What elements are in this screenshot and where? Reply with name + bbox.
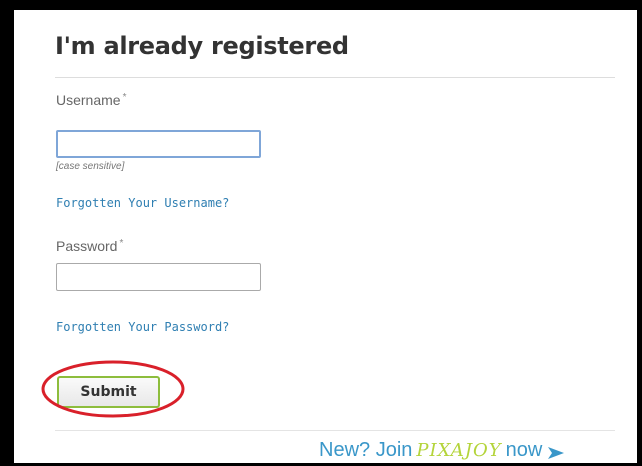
password-required-mark: *	[119, 238, 124, 249]
heading-divider	[55, 77, 615, 78]
page-title: I'm already registered	[55, 32, 349, 60]
password-label-text: Password	[56, 238, 118, 254]
pixajoy-logo: PIXAJOY	[416, 440, 501, 461]
username-label-text: Username	[56, 92, 121, 108]
password-label: Password *	[56, 238, 123, 254]
login-panel: I'm already registered Username * [case s…	[14, 10, 637, 463]
password-input[interactable]	[56, 263, 261, 291]
footer-divider	[55, 430, 615, 431]
submit-button[interactable]: Submit	[57, 376, 160, 408]
forgot-password-link[interactable]: Forgotten Your Password?	[56, 320, 229, 334]
arrow-right-icon	[546, 443, 566, 459]
forgot-username-link[interactable]: Forgotten Your Username?	[56, 196, 229, 210]
username-required-mark: *	[122, 92, 127, 103]
username-hint: [case sensitive]	[56, 161, 125, 172]
pixajoy-logo-text: PIXAJOY	[416, 439, 502, 461]
username-label: Username *	[56, 92, 127, 108]
username-input[interactable]	[56, 130, 261, 158]
join-prefix: New? Join	[319, 438, 413, 461]
join-link[interactable]: New? Join PIXAJOY now	[319, 438, 566, 462]
join-suffix: now	[505, 438, 543, 461]
